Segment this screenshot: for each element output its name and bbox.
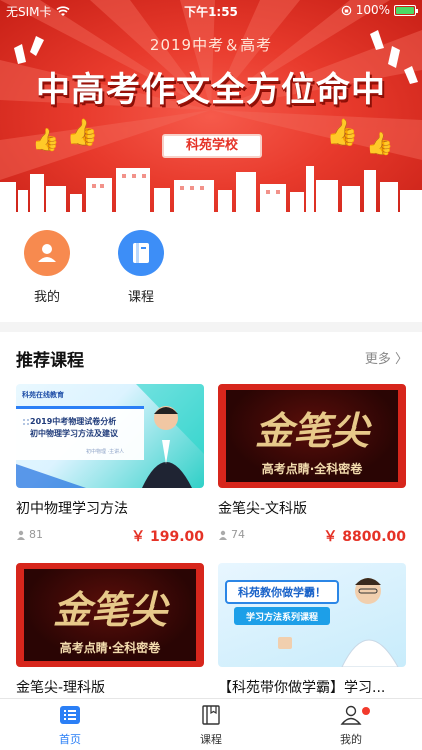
tab-home-label: 首页: [59, 733, 81, 746]
students-count: 74: [218, 528, 245, 541]
students-value: 74: [231, 528, 245, 541]
cover-caption: 初中物理 ·主讲人: [86, 449, 125, 455]
entry-courses[interactable]: 课程: [111, 230, 171, 305]
org-logo-text: 科苑在线教育: [22, 391, 64, 399]
calligraphy-title: 金笔尖: [52, 587, 167, 632]
status-bar: 无SIM卡 下午1:55 100%: [0, 0, 422, 22]
thumbs-up-icon: 👍: [366, 132, 394, 157]
user-icon: [340, 705, 362, 725]
user-icon: [24, 230, 70, 276]
tab-courses-label: 课程: [200, 733, 222, 746]
person-icon: [17, 530, 25, 540]
students-value: 81: [29, 528, 43, 541]
tab-courses[interactable]: 课程: [176, 705, 246, 747]
section-title: 推荐课程: [16, 351, 84, 371]
more-label: 更多: [364, 352, 391, 367]
course-name: 金笔尖-理科版: [16, 680, 106, 696]
course-card[interactable]: 科苑教你做学霸！ 学习方法系列课程 【科苑带你做学霸】学习...: [218, 563, 406, 697]
course-meta: 74 ￥ 8800.00: [218, 526, 406, 545]
battery-percent: 100%: [355, 3, 390, 17]
course-name: 【科苑带你做学霸】学习...: [218, 680, 386, 696]
course-thumbnail: 科苑教你做学霸！ 学习方法系列课程: [218, 563, 406, 667]
course-price: ￥ 199.00: [131, 529, 204, 545]
course-thumbnail: 金笔尖 高考点睛·全科密卷: [218, 384, 406, 488]
thumbs-up-icon: 👍: [326, 118, 359, 148]
top-banner[interactable]: 2019中考＆高考 中高考作文全方位命中 👍 👍 👍 👍 科苑学校: [0, 0, 422, 212]
thumbs-up-icon: 👍: [32, 128, 60, 153]
person-icon: [219, 530, 227, 540]
recommended-header: 推荐课程 更多 〉: [0, 346, 422, 371]
tab-mine[interactable]: 我的: [316, 705, 386, 747]
battery-icon: [394, 4, 418, 16]
home-list-icon: [60, 706, 80, 724]
book-icon: [202, 705, 220, 725]
notification-dot: [362, 707, 370, 715]
calligraphy-title: 金笔尖: [254, 408, 369, 453]
course-price: ￥ 8800.00: [323, 529, 406, 545]
thumbs-up-icon: 👍: [66, 118, 99, 148]
course-thumbnail: 科苑在线教育 2019中考物理试卷分析 初中物理学习方法及建议 初中物理 ·主讲…: [16, 384, 204, 488]
tab-mine-label: 我的: [340, 733, 362, 746]
cover-headline: 科苑教你做学霸！: [238, 586, 326, 599]
cover-sub: 学习方法系列课程: [245, 613, 318, 623]
more-link[interactable]: 更多 〉: [365, 348, 408, 367]
section-divider: [0, 322, 422, 332]
school-label: 科苑学校: [162, 134, 262, 158]
tab-home[interactable]: 首页: [35, 705, 105, 747]
battery-fill: [396, 6, 414, 14]
course-thumbnail: 金笔尖 高考点睛·全科密卷: [16, 563, 204, 667]
entry-mine[interactable]: 我的: [17, 230, 77, 305]
cover-line-2: 初中物理学习方法及建议: [30, 429, 118, 438]
orientation-lock-icon: [341, 5, 351, 15]
course-card[interactable]: 科苑在线教育 2019中考物理试卷分析 初中物理学习方法及建议 初中物理 ·主讲…: [16, 384, 204, 545]
cover-tagline: 高考点睛·全科密卷: [261, 462, 363, 476]
quick-entries: 我的 课程: [0, 212, 422, 322]
status-right: 100%: [341, 3, 418, 17]
students-count: 81: [16, 528, 43, 541]
entry-courses-label: 课程: [127, 290, 154, 305]
cover-line-1: 2019中考物理试卷分析: [30, 417, 117, 426]
course-name: 金笔尖-文科版: [218, 501, 308, 517]
banner-title: 中高考作文全方位命中: [36, 70, 386, 110]
entry-mine-label: 我的: [33, 290, 60, 305]
chevron-right-icon: 〉: [394, 352, 408, 367]
course-card[interactable]: 金笔尖 高考点睛·全科密卷 金笔尖-理科版: [16, 563, 204, 697]
city-skyline: [0, 166, 422, 212]
book-icon: [118, 230, 164, 276]
cover-tagline: 高考点睛·全科密卷: [59, 641, 161, 655]
banner-subtitle: 2019中考＆高考: [149, 36, 273, 54]
bottom-tab-bar: 首页 课程 我的: [0, 698, 422, 750]
course-meta: 81 ￥ 199.00: [16, 526, 204, 545]
course-name: 初中物理学习方法: [16, 501, 128, 517]
course-card[interactable]: 金笔尖 高考点睛·全科密卷 金笔尖-文科版 74 ￥ 8800.00: [218, 384, 406, 545]
